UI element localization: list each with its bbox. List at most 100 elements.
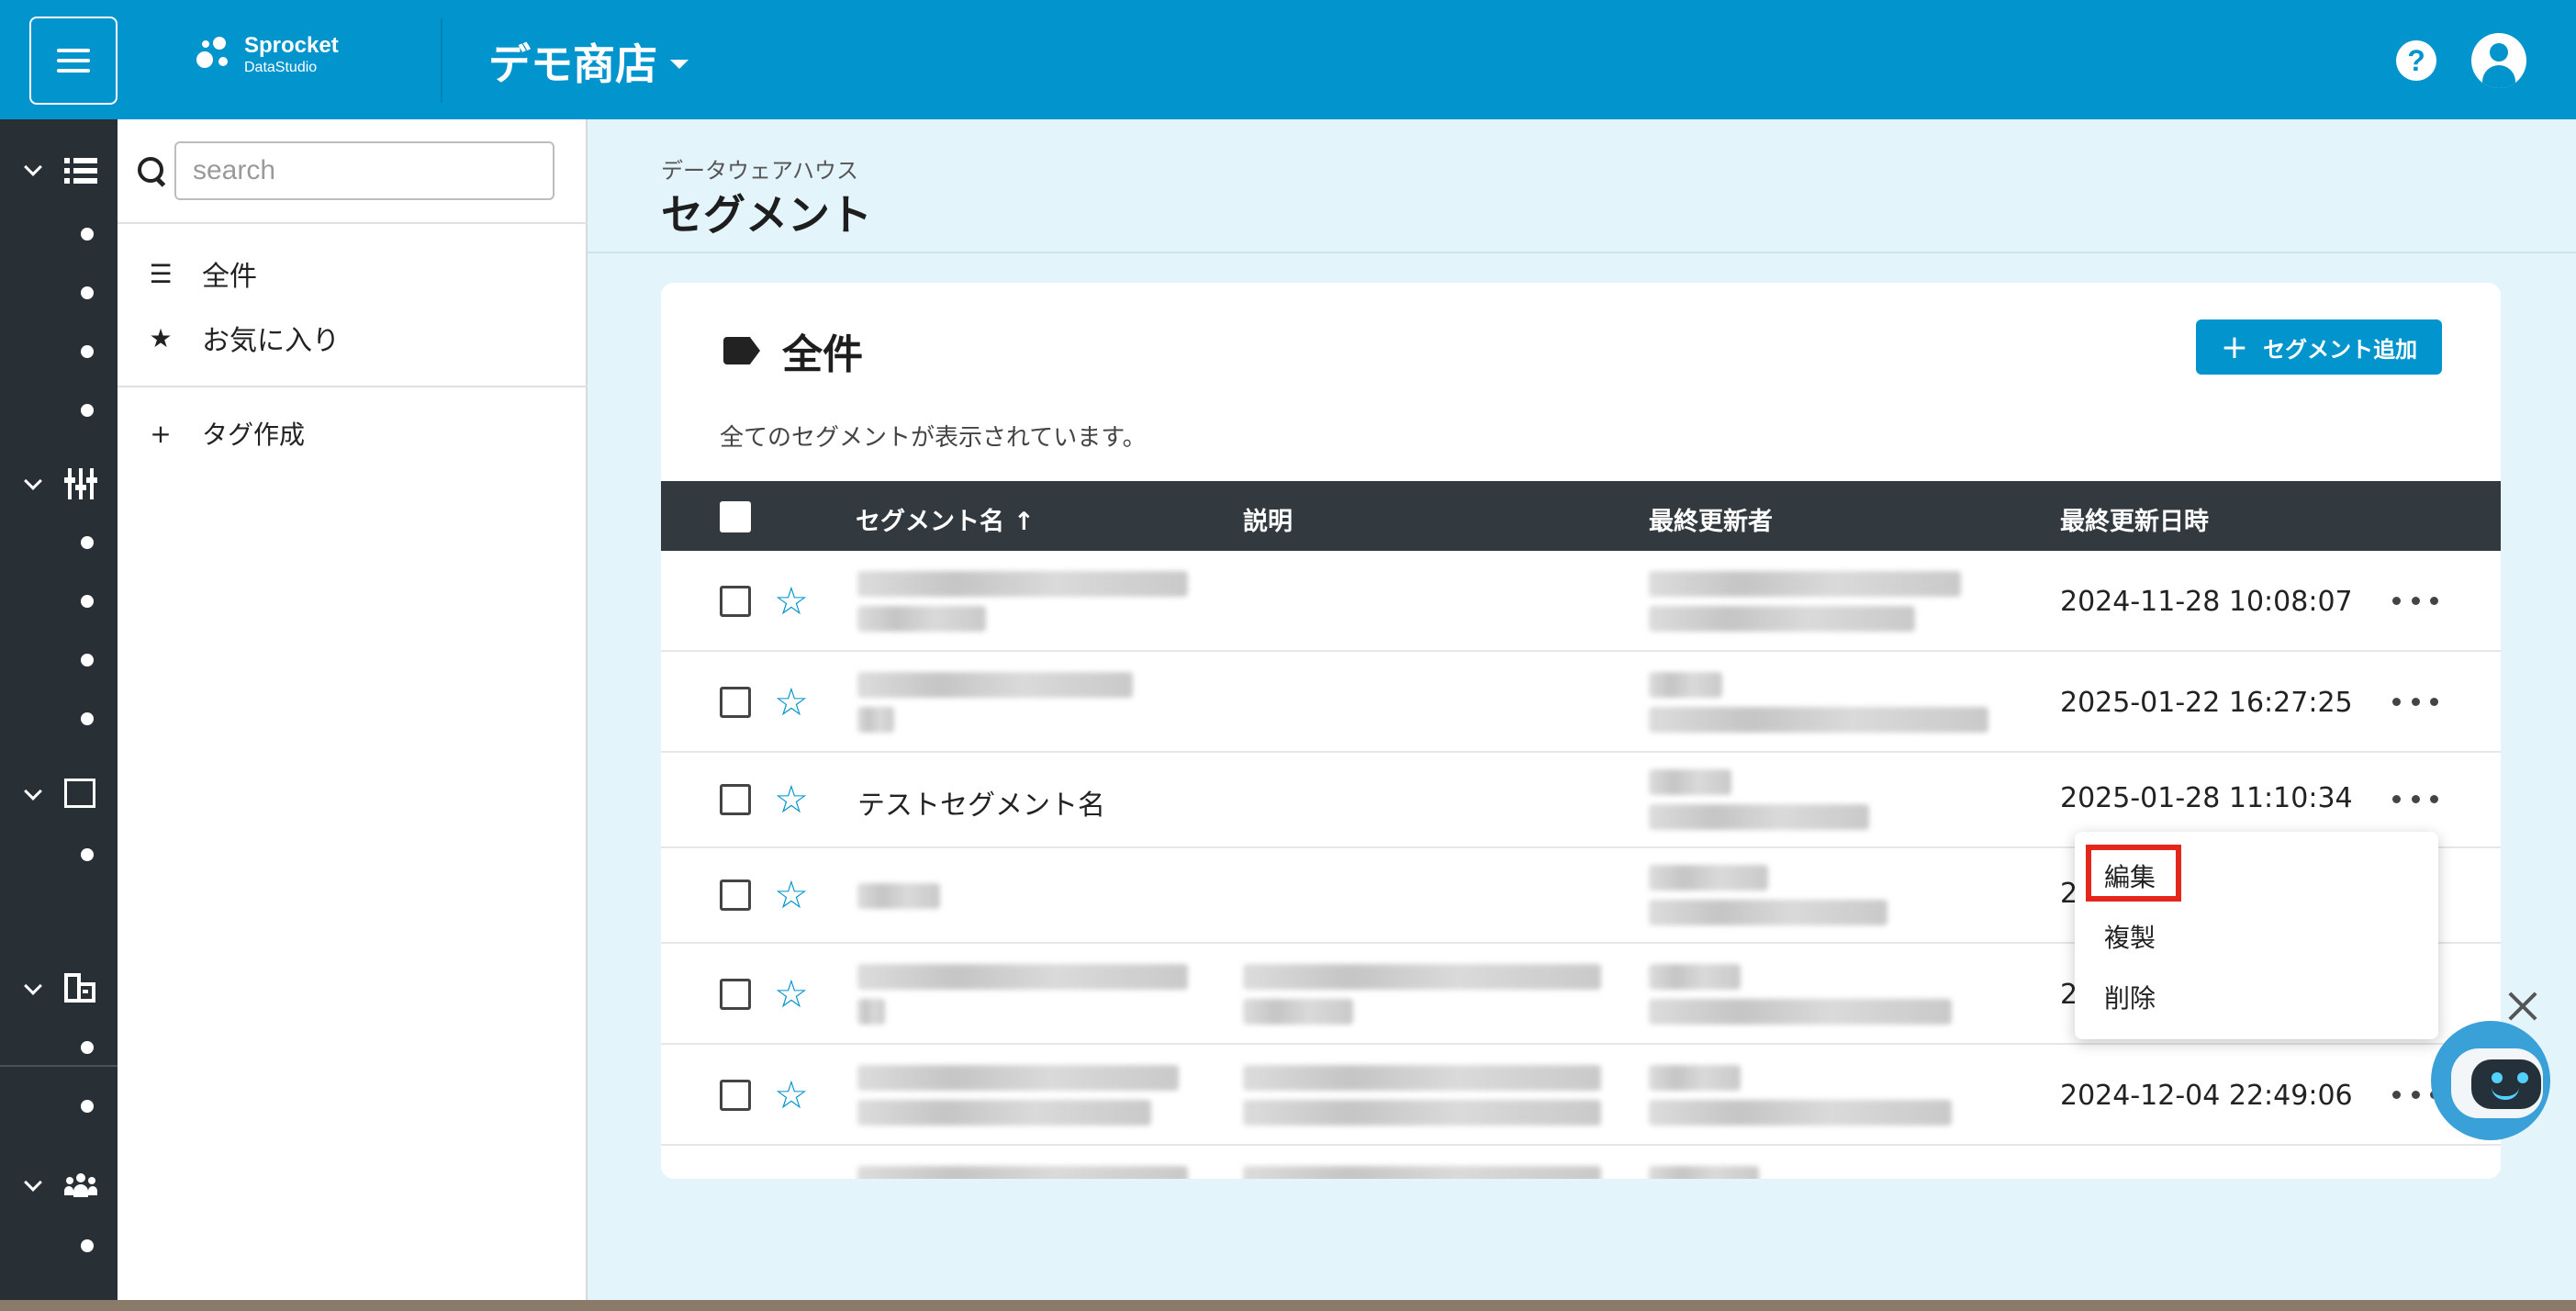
question-circle-icon[interactable]: ?	[2396, 40, 2436, 81]
blurred-segment-name	[857, 883, 940, 909]
building-icon[interactable]	[64, 973, 97, 1003]
nav-subitem-dot[interactable]	[81, 595, 94, 608]
people-group-icon[interactable]	[64, 1171, 97, 1201]
search-input[interactable]	[174, 141, 554, 200]
more-horizontal-icon[interactable]	[2392, 597, 2438, 608]
nav-subitem-dot[interactable]	[81, 1100, 94, 1113]
table-header: セグメント名 ↑ 説明 最終更新者 最終更新日時	[661, 481, 2501, 551]
shop-selector[interactable]: デモ商店	[488, 31, 689, 92]
account-circle-icon[interactable]	[2471, 33, 2526, 88]
nav-subitem-dot[interactable]	[81, 654, 94, 667]
search-bar	[136, 141, 554, 200]
menu-item-edit[interactable]: 編集	[2104, 857, 2156, 894]
blurred-updated-by	[1649, 571, 1961, 597]
nav-subitem-dot[interactable]	[81, 228, 94, 241]
nav-subitem-dot[interactable]	[81, 404, 94, 417]
blurred-segment-name	[857, 964, 1188, 990]
hamburger-menu-button[interactable]	[29, 17, 118, 105]
row-checkbox[interactable]	[720, 586, 751, 617]
blurred-segment-name	[857, 1166, 1188, 1179]
column-header-updated-by[interactable]: 最終更新者	[1649, 501, 1773, 537]
blurred-updated-by	[1649, 804, 1869, 830]
panel-divider	[118, 386, 588, 387]
table-row[interactable]	[661, 1146, 2501, 1179]
row-updated-at: 2024-11-28 10:08:07	[2060, 586, 2353, 618]
star-outline-icon[interactable]: ☆	[771, 974, 812, 1014]
window-bottom-edge	[0, 1300, 2576, 1311]
create-tag-button[interactable]: + タグ作成	[147, 415, 305, 452]
filter-sliders-icon[interactable]	[64, 468, 97, 499]
blurred-updated-by	[1649, 1166, 1759, 1179]
star-outline-icon[interactable]: ☆	[771, 779, 812, 820]
star-outline-icon[interactable]: ☆	[771, 875, 812, 915]
column-header-description[interactable]: 説明	[1243, 501, 1293, 537]
blurred-updated-by	[1649, 672, 1722, 698]
nav-subitem-dot[interactable]	[81, 1041, 94, 1054]
blurred-description	[1243, 1166, 1601, 1179]
table-row[interactable]: ☆ 2024-12-04 22:49:06	[661, 1045, 2501, 1146]
blurred-updated-by	[1649, 865, 1768, 891]
logo-subtitle: DataStudio	[244, 60, 318, 75]
blurred-updated-by	[1649, 964, 1741, 990]
chevron-down-icon[interactable]	[22, 1173, 44, 1195]
card-title: 全件	[723, 321, 863, 380]
nav-subitem-dot[interactable]	[81, 1239, 94, 1252]
chevron-down-icon[interactable]	[22, 158, 44, 180]
card-description: 全てのセグメントが表示されています。	[720, 424, 1147, 452]
panel-item-label: 全件	[202, 261, 257, 293]
blurred-updated-by	[1649, 999, 1952, 1025]
nav-subitem-dot[interactable]	[81, 848, 94, 861]
side-panel: ☰ 全件 ★ お気に入り + タグ作成	[118, 119, 588, 1311]
tag-icon	[723, 337, 760, 364]
star-outline-icon[interactable]: ☆	[771, 581, 812, 622]
column-header-updated-at[interactable]: 最終更新日時	[2060, 501, 2209, 537]
close-icon[interactable]	[2504, 988, 2541, 1025]
more-horizontal-icon[interactable]	[2392, 698, 2438, 709]
nav-subitem-dot[interactable]	[81, 536, 94, 549]
star-outline-icon[interactable]: ☆	[771, 1075, 812, 1115]
nav-subitem-dot[interactable]	[81, 286, 94, 299]
row-segment-name[interactable]: テストセグメント名	[857, 782, 1105, 823]
blurred-description	[1243, 999, 1353, 1025]
breadcrumb[interactable]: データウェアハウス	[661, 152, 858, 185]
star-outline-icon[interactable]: ☆	[771, 682, 812, 723]
plus-icon: +	[150, 418, 172, 449]
table-row[interactable]: ☆ 2025-01-22 16:27:25	[661, 652, 2501, 753]
row-checkbox[interactable]	[720, 979, 751, 1010]
panel-item-label: お気に入り	[202, 325, 340, 357]
row-updated-at: 2025-01-28 11:10:34	[2060, 782, 2353, 814]
nav-subitem-dot[interactable]	[81, 345, 94, 358]
app-logo[interactable]: Sprocket DataStudio	[193, 35, 339, 75]
row-checkbox[interactable]	[720, 784, 751, 815]
row-updated-at: 2025-01-22 16:27:25	[2060, 687, 2353, 719]
star-icon: ★	[149, 322, 173, 353]
chatbot-button[interactable]	[2431, 1021, 2550, 1140]
header-divider	[441, 18, 442, 103]
row-checkbox[interactable]	[720, 880, 751, 911]
row-checkbox[interactable]	[720, 687, 751, 718]
column-header-name[interactable]: セグメント名 ↑	[856, 501, 1035, 537]
segment-list-card: 全件 + セグメント追加 全てのセグメントが表示されています。 セグメント名 ↑ …	[661, 283, 2501, 1179]
chevron-down-icon[interactable]	[22, 472, 44, 494]
blurred-segment-name	[857, 707, 894, 733]
chevron-down-icon[interactable]	[22, 782, 44, 804]
blurred-segment-name	[857, 1100, 1151, 1126]
select-all-checkbox[interactable]	[720, 501, 751, 532]
panel-item-all[interactable]: ☰ 全件	[147, 253, 257, 294]
blurred-segment-name	[857, 1065, 1179, 1091]
page-title: セグメント	[661, 190, 872, 240]
add-segment-button[interactable]: + セグメント追加	[2196, 319, 2442, 375]
menu-item-delete[interactable]: 削除	[2104, 979, 2156, 1015]
list-view-icon[interactable]	[64, 156, 97, 185]
nav-rail	[0, 119, 118, 1311]
add-segment-label: セグメント追加	[2263, 336, 2418, 363]
panel-item-favorites[interactable]: ★ お気に入り	[147, 318, 340, 358]
more-horizontal-icon[interactable]	[2392, 795, 2438, 806]
table-row[interactable]: ☆ 2024-11-28 10:08:07	[661, 551, 2501, 652]
chevron-down-icon[interactable]	[22, 977, 44, 999]
panel-divider	[118, 222, 588, 224]
nav-subitem-dot[interactable]	[81, 712, 94, 725]
menu-item-duplicate[interactable]: 複製	[2104, 918, 2156, 955]
row-checkbox[interactable]	[720, 1080, 751, 1111]
archive-box-icon[interactable]	[64, 779, 95, 808]
